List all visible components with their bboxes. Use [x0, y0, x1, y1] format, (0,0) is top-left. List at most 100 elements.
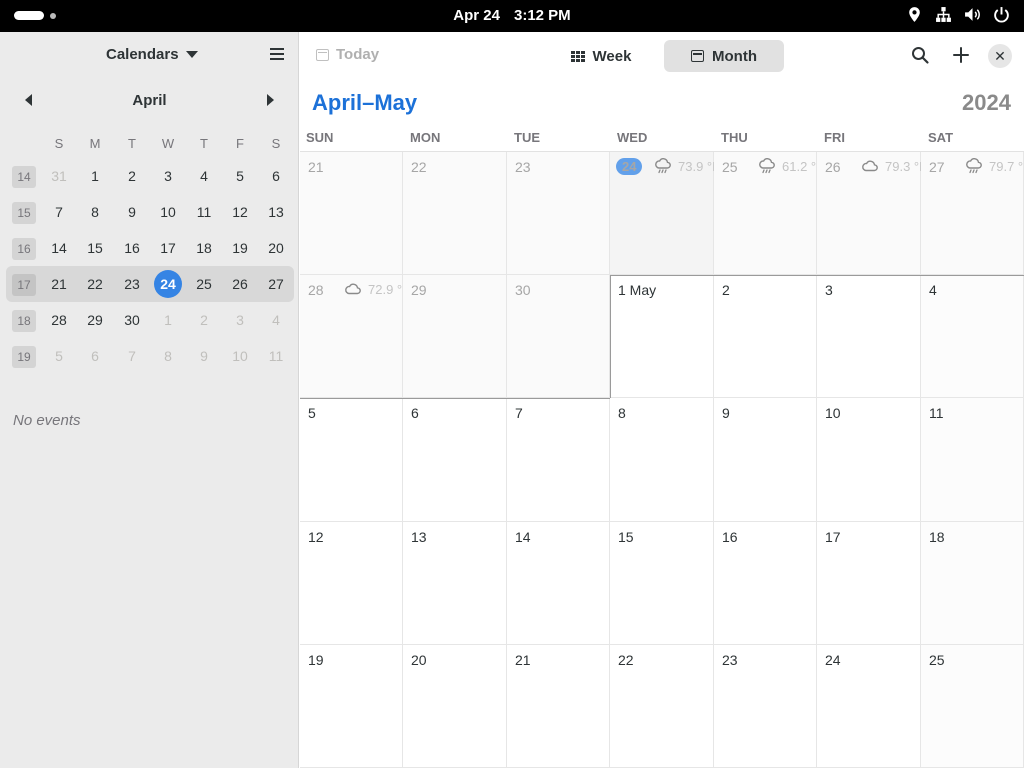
mini-day[interactable]: 3 — [153, 158, 183, 194]
day-cell[interactable]: 24 — [817, 644, 921, 768]
week-number[interactable]: 17 — [12, 274, 36, 296]
mini-day[interactable]: 1 — [80, 158, 110, 194]
day-cell[interactable]: 2 — [714, 275, 817, 399]
day-cell[interactable]: 13 — [403, 521, 507, 645]
mini-day[interactable]: 20 — [261, 230, 291, 266]
mini-day[interactable]: 5 — [44, 338, 74, 374]
plus-icon[interactable] — [951, 45, 971, 65]
day-cell[interactable]: 3 — [817, 275, 921, 399]
mini-day[interactable]: 6 — [80, 338, 110, 374]
week-view-button[interactable]: Week — [556, 40, 646, 72]
day-cell[interactable]: 7 — [507, 398, 610, 522]
mini-day[interactable]: 9 — [117, 194, 147, 230]
mini-day[interactable]: 6 — [261, 158, 291, 194]
mini-day[interactable]: 2 — [117, 158, 147, 194]
next-month-icon[interactable] — [267, 94, 274, 106]
month-view-button[interactable]: Month — [664, 40, 784, 72]
mini-day[interactable]: 30 — [117, 302, 147, 338]
search-icon[interactable] — [910, 45, 930, 65]
mini-day[interactable]: 16 — [117, 230, 147, 266]
day-cell[interactable]: 1 May — [610, 275, 714, 399]
mini-day[interactable]: 18 — [189, 230, 219, 266]
day-cell[interactable]: 20 — [403, 644, 507, 768]
mini-day[interactable]: 26 — [225, 266, 255, 302]
mini-day[interactable]: 5 — [225, 158, 255, 194]
week-number[interactable]: 18 — [12, 310, 36, 332]
day-cell[interactable]: 10 — [817, 398, 921, 522]
day-cell[interactable]: 27 79.7 °F — [921, 152, 1024, 276]
week-number[interactable]: 16 — [12, 238, 36, 260]
day-cell[interactable]: 17 — [817, 521, 921, 645]
day-cell[interactable]: 25 61.2 °F — [714, 152, 824, 276]
day-cell[interactable]: 6 — [403, 398, 507, 522]
activities-button[interactable] — [14, 11, 56, 20]
mini-day[interactable]: 11 — [261, 338, 291, 374]
mini-day[interactable]: 8 — [153, 338, 183, 374]
day-cell[interactable]: 30 — [507, 275, 610, 399]
volume-icon[interactable] — [964, 6, 981, 23]
day-cell[interactable]: 11 — [921, 398, 1024, 522]
mini-day[interactable]: 9 — [189, 338, 219, 374]
location-icon[interactable] — [906, 6, 923, 23]
day-cell[interactable]: 21 — [300, 152, 403, 276]
mini-day[interactable]: 19 — [225, 230, 255, 266]
mini-day[interactable]: 24 — [153, 266, 183, 302]
mini-day[interactable]: 14 — [44, 230, 74, 266]
previous-month-icon[interactable] — [25, 94, 32, 106]
day-cell[interactable]: 23 — [507, 152, 610, 276]
day-cell[interactable]: 4 — [921, 275, 1024, 399]
system-tray[interactable] — [906, 6, 1010, 23]
mini-day[interactable]: 25 — [189, 266, 219, 302]
calendars-dropdown[interactable]: Calendars — [106, 46, 198, 63]
day-cell[interactable]: 5 — [300, 398, 403, 522]
mini-day[interactable]: 31 — [44, 158, 74, 194]
mini-day[interactable]: 11 — [189, 194, 219, 230]
day-cell[interactable]: 18 — [921, 521, 1024, 645]
mini-day[interactable]: 7 — [44, 194, 74, 230]
week-number[interactable]: 14 — [12, 166, 36, 188]
day-cell[interactable]: 23 — [714, 644, 817, 768]
main-menu-icon[interactable] — [270, 48, 284, 60]
mini-day[interactable]: 28 — [44, 302, 74, 338]
power-icon[interactable] — [993, 6, 1010, 23]
day-cell[interactable]: 29 — [403, 275, 507, 399]
day-cell[interactable]: 25 — [921, 644, 1024, 768]
day-cell[interactable]: 26 79.3 °F — [817, 152, 927, 276]
mini-day[interactable]: 3 — [225, 302, 255, 338]
day-cell[interactable]: 8 — [610, 398, 714, 522]
mini-day[interactable]: 10 — [153, 194, 183, 230]
day-cell[interactable]: 22 — [610, 644, 714, 768]
mini-day[interactable]: 2 — [189, 302, 219, 338]
day-cell[interactable]: 9 — [714, 398, 817, 522]
mini-day[interactable]: 1 — [153, 302, 183, 338]
today-button[interactable]: Today — [316, 46, 379, 63]
mini-day[interactable]: 7 — [117, 338, 147, 374]
week-number[interactable]: 15 — [12, 202, 36, 224]
week-number[interactable]: 19 — [12, 346, 36, 368]
mini-day[interactable]: 4 — [189, 158, 219, 194]
mini-day[interactable]: 27 — [261, 266, 291, 302]
mini-day[interactable]: 22 — [80, 266, 110, 302]
day-cell[interactable]: 22 — [403, 152, 507, 276]
day-cell[interactable]: 28 72.9 °F — [300, 275, 410, 399]
day-cell[interactable]: 16 — [714, 521, 817, 645]
mini-day[interactable]: 12 — [225, 194, 255, 230]
day-cell[interactable]: 19 — [300, 644, 403, 768]
mini-day[interactable]: 21 — [44, 266, 74, 302]
day-cell[interactable]: 14 — [507, 521, 610, 645]
day-cell[interactable]: 24 73.9 °F — [610, 152, 720, 276]
mini-day[interactable]: 10 — [225, 338, 255, 374]
mini-day[interactable]: 4 — [261, 302, 291, 338]
network-icon[interactable] — [935, 6, 952, 23]
clock-time[interactable]: 3:12 PM — [514, 7, 571, 24]
clock-date[interactable]: Apr 24 — [453, 7, 500, 24]
mini-day[interactable]: 8 — [80, 194, 110, 230]
day-cell[interactable]: 12 — [300, 521, 403, 645]
day-cell[interactable]: 21 — [507, 644, 610, 768]
day-cell[interactable]: 15 — [610, 521, 714, 645]
mini-day[interactable]: 23 — [117, 266, 147, 302]
mini-day[interactable]: 29 — [80, 302, 110, 338]
mini-day[interactable]: 15 — [80, 230, 110, 266]
mini-day[interactable]: 17 — [153, 230, 183, 266]
close-button[interactable]: ✕ — [988, 44, 1012, 68]
